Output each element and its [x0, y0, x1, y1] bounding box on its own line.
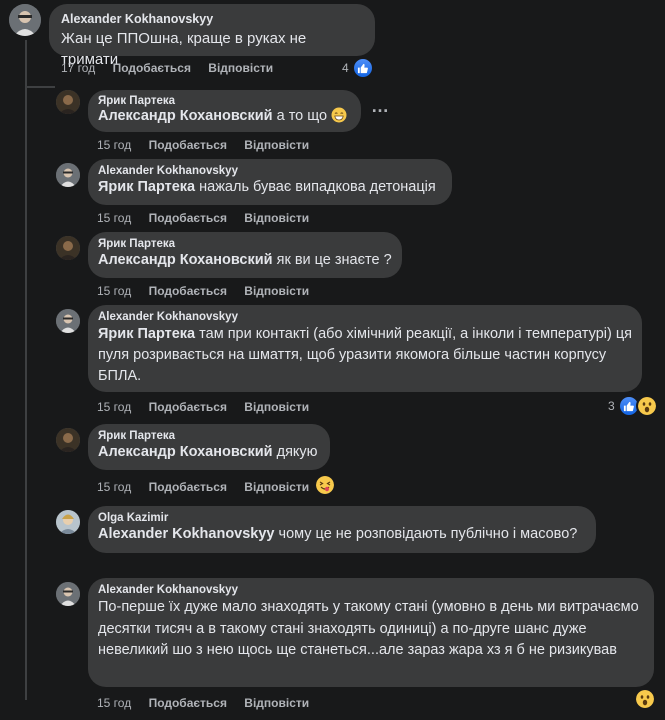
reaction-count: 4	[342, 61, 349, 75]
thread-line-branch	[25, 86, 55, 88]
reaction-summary[interactable]: 4	[342, 57, 374, 79]
mention-link[interactable]: Александр Кохановский	[98, 108, 273, 124]
comment-time[interactable]: 15 год	[97, 284, 131, 298]
avatar[interactable]	[56, 236, 80, 260]
comment-author[interactable]: Alexander Kokhanovskyy	[61, 12, 363, 26]
mention-link[interactable]: Ярик Партека	[98, 179, 195, 195]
thread-line-main	[25, 40, 27, 700]
wow-icon	[634, 688, 656, 710]
comment-text: Alexander Kokhanovskyy чому це не розпов…	[98, 526, 578, 542]
like-icon	[351, 57, 374, 79]
grinning-face-emoji	[331, 107, 347, 129]
reply-button[interactable]: Відповісти	[244, 138, 309, 152]
wow-icon	[635, 395, 658, 417]
like-button[interactable]: Подобається	[149, 211, 227, 225]
comment-text: Александр Кохановский як ви це знаєте ?	[98, 252, 392, 268]
comment-author[interactable]: Alexander Kokhanovskyy	[98, 311, 632, 323]
avatar[interactable]	[56, 90, 80, 114]
like-button[interactable]: Подобається	[149, 480, 227, 494]
more-options-button[interactable]: …	[371, 96, 390, 117]
reaction-summary[interactable]: 3	[608, 395, 658, 417]
reply-button[interactable]: Відповісти	[208, 61, 273, 75]
reply-button[interactable]: Відповісти	[244, 211, 309, 225]
comment-bubble: Ярик Партека Александр Кохановский дякую	[88, 424, 330, 470]
comment-bubble: Alexander Kokhanovskyy По-перше їх дуже …	[88, 578, 654, 687]
avatar[interactable]	[56, 582, 80, 606]
comment-time[interactable]: 15 год	[97, 211, 131, 225]
comment-bubble: Ярик Партека Александр Кохановский як ви…	[88, 232, 402, 278]
comment-time[interactable]: 15 год	[97, 400, 131, 414]
comment-meta: 15 год Подобається Відповісти	[97, 400, 323, 414]
comment-author[interactable]: Olga Kazimir	[98, 512, 586, 524]
comment-author[interactable]: Ярик Партека	[98, 430, 320, 442]
comment-meta: 15 год Подобається Відповісти	[97, 480, 323, 494]
comment-bubble: Alexander Kokhanovskyy Ярик Партека там …	[88, 305, 642, 392]
comment-meta: 15 год Подобається Відповісти	[97, 138, 323, 152]
comment-bubble: Alexander Kokhanovskyy Жан це ППОшна, кр…	[49, 4, 375, 68]
comment-meta: 17 год Подобається Відповісти	[61, 61, 287, 75]
reaction-summary[interactable]	[314, 474, 336, 496]
comment-author[interactable]: Alexander Kokhanovskyy	[98, 165, 442, 177]
mention-link[interactable]: Ярик Партека	[98, 326, 195, 342]
comment-text: По-перше їх дуже мало знаходять у такому…	[98, 599, 639, 658]
reply-button[interactable]: Відповісти	[244, 480, 309, 494]
comment-bubble: Ярик Партека Александр Кохановский а то …	[88, 90, 361, 132]
comment-author[interactable]: Ярик Партека	[98, 238, 392, 250]
comment-text: Ярик Партека там при контакті (або хіміч…	[98, 326, 632, 384]
reply-button[interactable]: Відповісти	[244, 400, 309, 414]
like-button[interactable]: Подобається	[113, 61, 191, 75]
comment-time[interactable]: 17 год	[61, 61, 95, 75]
yum-icon	[314, 474, 336, 496]
avatar[interactable]	[56, 163, 80, 187]
reaction-summary[interactable]	[634, 688, 656, 710]
avatar[interactable]	[9, 4, 41, 36]
comment-time[interactable]: 15 год	[97, 696, 131, 710]
comment-author[interactable]: Alexander Kokhanovskyy	[98, 584, 644, 596]
like-button[interactable]: Подобається	[149, 696, 227, 710]
comment-text: Александр Кохановский а то що	[98, 107, 351, 129]
comment-meta: 15 год Подобається Відповісти	[97, 284, 323, 298]
avatar[interactable]	[56, 309, 80, 333]
comment-time[interactable]: 15 год	[97, 138, 131, 152]
like-button[interactable]: Подобається	[149, 284, 227, 298]
comment-author[interactable]: Ярик Партека	[98, 95, 351, 107]
mention-link[interactable]: Александр Кохановский	[98, 252, 273, 268]
comment-bubble: Olga Kazimir Alexander Kokhanovskyy чому…	[88, 506, 596, 553]
like-button[interactable]: Подобається	[149, 400, 227, 414]
avatar[interactable]	[56, 428, 80, 452]
comment-bubble: Alexander Kokhanovskyy Ярик Партека нажа…	[88, 159, 452, 205]
reply-button[interactable]: Відповісти	[244, 284, 309, 298]
like-button[interactable]: Подобається	[149, 138, 227, 152]
reply-button[interactable]: Відповісти	[244, 696, 309, 710]
reaction-count: 3	[608, 399, 615, 413]
comment-meta: 15 год Подобається Відповісти	[97, 696, 323, 710]
avatar[interactable]	[56, 510, 80, 534]
mention-link[interactable]: Александр Кохановский	[98, 444, 273, 460]
mention-link[interactable]: Alexander Kokhanovskyy	[98, 526, 275, 542]
comment-text: Александр Кохановский дякую	[98, 444, 318, 460]
comment-text: Ярик Партека нажаль буває випадкова дето…	[98, 179, 436, 195]
comment-meta: 15 год Подобається Відповісти	[97, 211, 323, 225]
comment-time[interactable]: 15 год	[97, 480, 131, 494]
